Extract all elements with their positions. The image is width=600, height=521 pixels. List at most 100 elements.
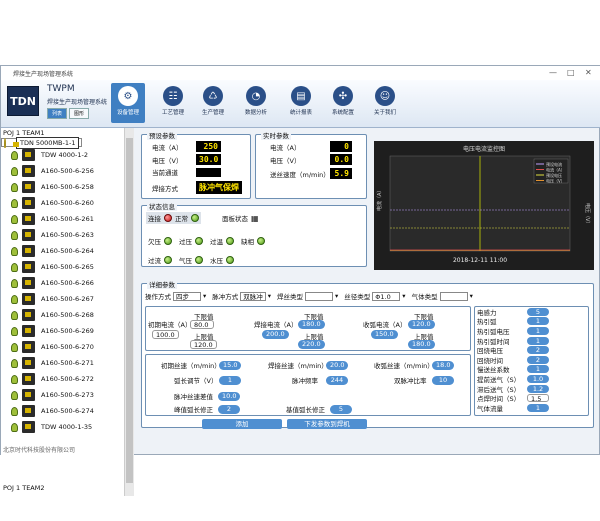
tree-device-item[interactable]: A160-500-6-266	[1, 275, 133, 291]
tree-group-team2[interactable]: POJ 1 TEAM2	[1, 483, 121, 493]
welder-icon	[22, 277, 35, 289]
aux-param-label: 热引弧电压	[477, 327, 510, 336]
tree-device-item[interactable]: A160-500-6-271	[1, 355, 133, 371]
pulse-freq-input[interactable]: 244	[326, 375, 348, 385]
tree-device-item[interactable]: A160-500-6-265	[1, 259, 133, 275]
welder-icon	[22, 261, 35, 273]
dual-ratio-input[interactable]: 10	[432, 375, 454, 385]
status-bulb-icon	[11, 150, 18, 160]
welding-lower-input[interactable]: 180.0	[298, 320, 325, 329]
view-graph-button[interactable]: 图形	[69, 108, 90, 119]
dropdown-select[interactable]: 四步	[173, 291, 201, 301]
aux-param-input[interactable]: 1.5	[527, 394, 549, 403]
tree-device-item[interactable]: TDW 4000-1-35	[1, 419, 133, 435]
tree-device-item[interactable]: A160-500-6-261	[1, 211, 133, 227]
aux-param-input[interactable]: 1	[527, 326, 549, 335]
left-axis-label: 电流（A）	[376, 188, 383, 211]
aux-param-input[interactable]: 1.2	[527, 384, 549, 393]
nav-device-management[interactable]: ⚙ 设备管理	[111, 83, 145, 123]
tree-device-item[interactable]: A160-500-6-260	[1, 195, 133, 211]
status-label: 欠压	[148, 238, 161, 246]
welding-current-input[interactable]: 200.0	[262, 330, 289, 339]
aux-param-input[interactable]: 1	[527, 317, 549, 326]
preset-panel: 预设参数 电流（A） 250 电压（V） 30.0 当前通道 焊接方式 脉冲气保焊	[141, 130, 251, 199]
initial-lower-input[interactable]: 80.0	[190, 320, 214, 329]
welding-upper-input[interactable]: 220.0	[298, 340, 325, 349]
nav-process-management[interactable]: ☷ 工艺管理	[156, 83, 190, 123]
dropdown-select[interactable]	[439, 291, 468, 301]
tree-device-item[interactable]: TDW 4000-1-2	[1, 147, 133, 163]
tree-device-item[interactable]: A160-500-6-273	[1, 387, 133, 403]
tree-device-item[interactable]: A160-500-6-267	[1, 291, 133, 307]
chart-title: 电压电流监控图	[463, 145, 505, 153]
initial-wire-input[interactable]: 15.0	[219, 360, 242, 370]
welder-icon	[22, 149, 35, 161]
crater-lower-input[interactable]: 120.0	[408, 320, 435, 329]
chevron-down-icon[interactable]: ▾	[268, 292, 271, 300]
tree-device-item[interactable]: A160-500-6-272	[1, 371, 133, 387]
aux-param-input[interactable]: 1.0	[527, 374, 549, 383]
welder-icon	[22, 181, 35, 193]
initial-upper-input[interactable]: 120.0	[190, 340, 217, 349]
crater-current-label: 收弧电流（A）	[363, 321, 407, 329]
dropdown-select[interactable]	[305, 291, 334, 301]
status-bulb-icon	[11, 246, 18, 256]
tree-device-item[interactable]: A160-500-6-258	[1, 179, 133, 195]
tree-device-item[interactable]: A160-500-6-274	[1, 403, 133, 419]
peak-arc-input[interactable]: 2	[218, 404, 240, 414]
select-label: 脉冲方式	[212, 293, 239, 301]
close-button[interactable]: ✕	[585, 68, 592, 77]
aux-param-input[interactable]: 5	[527, 307, 549, 316]
window-title: 焊接生产现场管理系统	[13, 70, 74, 78]
add-button[interactable]: 添加	[202, 419, 282, 429]
initial-current-input[interactable]: 100.0	[152, 330, 179, 339]
welder-icon	[22, 309, 35, 321]
dropdown-select[interactable]: Φ1.0	[372, 291, 401, 301]
status-bulb-icon	[11, 310, 18, 320]
tree-device-item[interactable]: A160-500-6-269	[1, 323, 133, 339]
status-bulb-icon	[11, 390, 18, 400]
dropdown-select[interactable]: 双脉冲	[240, 291, 266, 301]
crater-current-input[interactable]: 150.0	[371, 330, 398, 339]
status-label: 过压	[179, 238, 192, 246]
tree-device-item[interactable]: A160-500-6-256	[1, 163, 133, 179]
chevron-down-icon[interactable]: ▾	[402, 292, 405, 300]
crater-upper-input[interactable]: 180.0	[408, 340, 435, 349]
chevron-down-icon[interactable]: ▾	[203, 292, 206, 300]
tree-device-item[interactable]: A160-500-6-270	[1, 339, 133, 355]
crater-wire-input[interactable]: 18.0	[432, 360, 455, 370]
about-icon: ☺	[375, 86, 395, 106]
arc-adjust-input[interactable]: 1	[219, 375, 241, 385]
nav-statistics-report[interactable]: ▤ 统计报表	[284, 83, 318, 123]
welding-wire-input[interactable]: 20.0	[326, 360, 349, 370]
tree-device-item[interactable]: A160-500-6-263	[1, 227, 133, 243]
nav-production-management[interactable]: ♺ 生产管理	[196, 83, 230, 123]
tree-device-item[interactable]: A160-500-6-264	[1, 243, 133, 259]
select-label: 焊丝类型	[277, 293, 304, 301]
base-arc-input[interactable]: 5	[330, 404, 352, 414]
nav-data-analysis[interactable]: ◔ 数据分析	[239, 83, 273, 123]
aux-param-input[interactable]: 1	[527, 403, 549, 412]
welder-icon	[22, 357, 35, 369]
minimize-button[interactable]: —	[549, 68, 557, 77]
nav-system-config[interactable]: ✣ 系统配置	[326, 83, 360, 123]
maximize-button[interactable]: □	[567, 68, 575, 77]
tree-device-item[interactable]: A160-500-6-268	[1, 307, 133, 323]
aux-param-input[interactable]: 2	[527, 346, 549, 355]
welder-icon	[22, 245, 35, 257]
aux-group: 电感力 5 热引弧 1 热引弧电压 1 热引弧时间 1 回烧电压 2 回烧时间 2 慢送丝系数 1 提前送气…	[474, 306, 589, 416]
status-led	[257, 237, 265, 245]
pulse-wire-input[interactable]: 10.0	[218, 391, 241, 401]
aux-param-input[interactable]: 2	[527, 355, 549, 364]
aux-param-input[interactable]: 1	[527, 365, 549, 374]
scrollbar-thumb[interactable]	[126, 138, 133, 483]
tree-device-item[interactable]: TDN 5000MB-1-1	[1, 137, 83, 149]
chevron-down-icon[interactable]: ▾	[470, 292, 473, 300]
send-params-button[interactable]: 下发参数到焊机	[287, 419, 367, 429]
view-list-button[interactable]: 列表	[47, 108, 68, 119]
legend-entry: 电流（A）	[546, 167, 565, 173]
tree-scrollbar[interactable]	[124, 128, 134, 496]
aux-param-input[interactable]: 1	[527, 336, 549, 345]
nav-about-us[interactable]: ☺ 关于我们	[368, 83, 402, 123]
chevron-down-icon[interactable]: ▾	[335, 292, 338, 300]
